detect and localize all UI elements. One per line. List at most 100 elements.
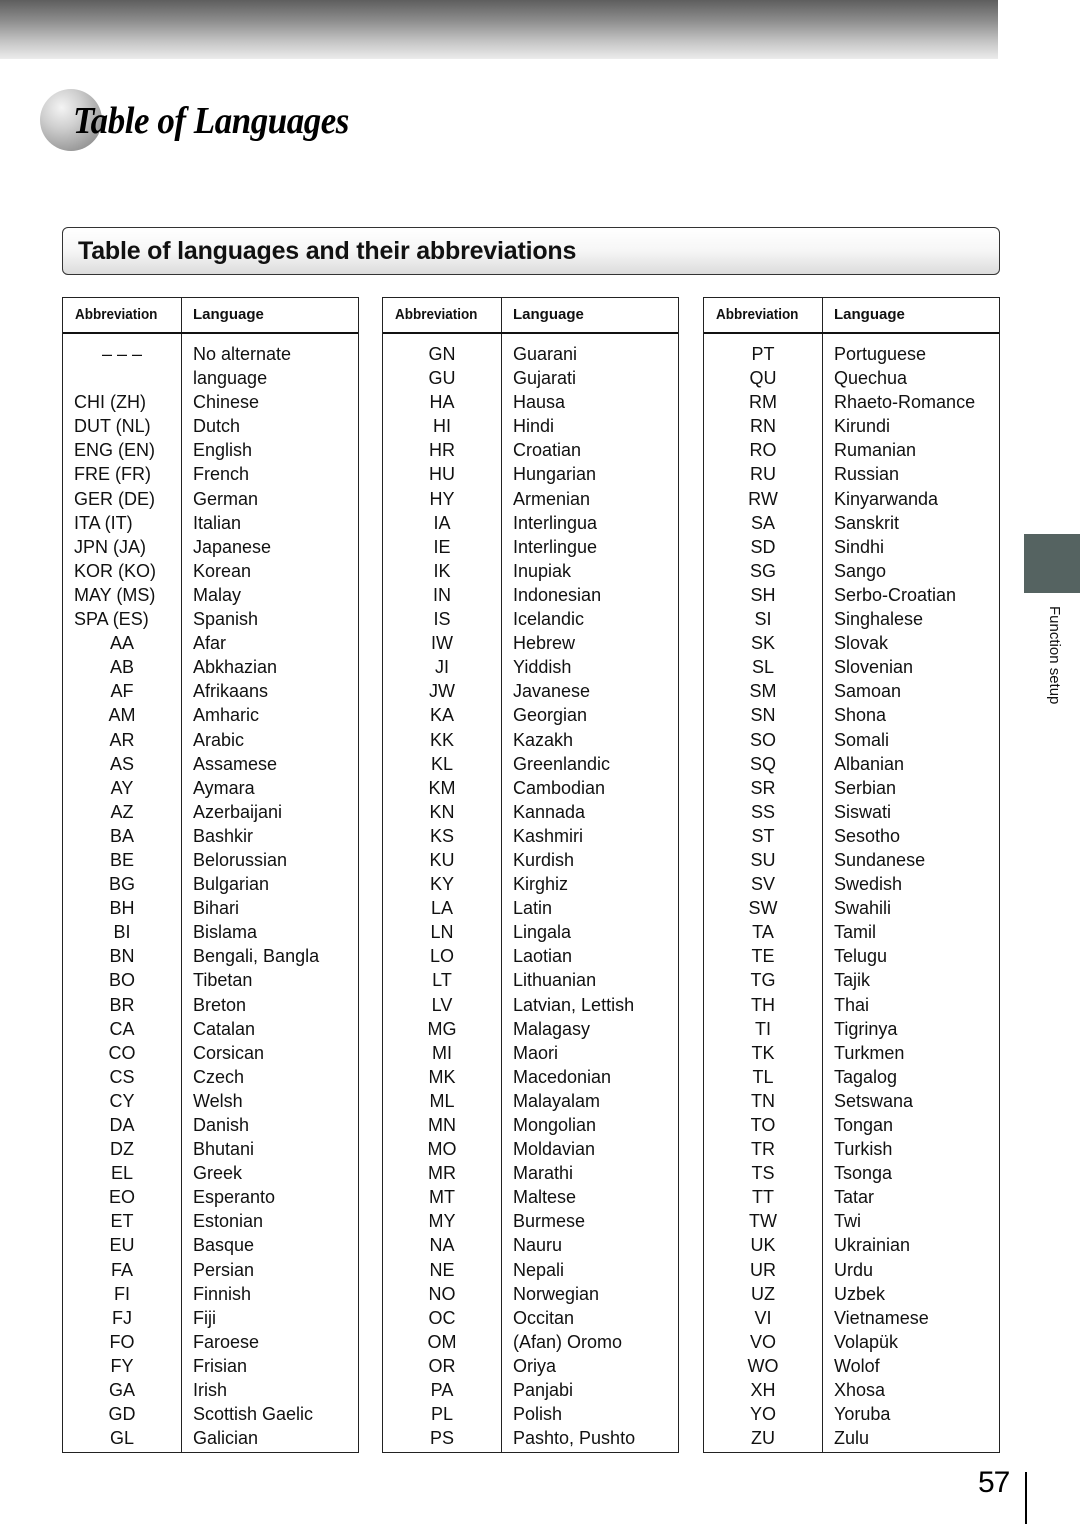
table-row: PA Panjabi <box>383 1378 678 1402</box>
language-cell: Breton <box>193 994 247 1015</box>
section-tab-label: Function setup <box>1046 606 1063 705</box>
abbreviation-cell: CS <box>109 1066 135 1087</box>
table-row: HR Croatian <box>383 438 678 462</box>
abbreviation-cell: EU <box>109 1235 135 1256</box>
language-cell: Slovak <box>834 633 889 654</box>
language-cell: Bhutani <box>193 1139 255 1160</box>
abbreviation-cell: SM <box>749 681 777 702</box>
language-cell: Burmese <box>513 1211 586 1232</box>
abbreviation-cell: TE <box>751 946 775 967</box>
abbreviation-cell: MI <box>432 1042 452 1063</box>
table-row: ITA (IT) Italian <box>63 511 358 535</box>
table-row: IA Interlingua <box>383 511 678 535</box>
language-cell: Croatian <box>513 440 582 461</box>
abbreviation-cell: IA <box>433 512 451 533</box>
language-cell: Kazakh <box>513 729 574 750</box>
abbreviation-cell: HU <box>429 464 455 485</box>
abbreviation-cell: SI <box>754 609 772 630</box>
abbreviation-cell: BI <box>113 922 131 943</box>
abbreviation-cell: CY <box>109 1090 135 1111</box>
language-cell: Uzbek <box>834 1283 886 1304</box>
abbreviation-cell: YO <box>749 1404 776 1425</box>
table-row: GD Scottish Gaelic <box>63 1402 358 1426</box>
abbreviation-cell: IN <box>433 584 451 605</box>
language-cell: Swahili <box>834 898 892 919</box>
language-cell: Tibetan <box>193 970 253 991</box>
language-cell: Tamil <box>834 922 877 943</box>
abbreviation-cell: BH <box>109 898 135 919</box>
abbreviation-cell: BN <box>109 946 135 967</box>
abbreviation-cell <box>63 366 181 390</box>
table-row: JPN (JA) Japanese <box>63 535 358 559</box>
abbreviation-cell: GA <box>108 1380 135 1401</box>
table-row: IW Hebrew <box>383 631 678 655</box>
table-row: AY Aymara <box>63 776 358 800</box>
table-row: MT Maltese <box>383 1185 678 1209</box>
table-row: ST Sesotho <box>704 824 999 848</box>
abbreviation-cell: SL <box>751 657 775 678</box>
abbreviation-cell: RU <box>750 464 776 485</box>
language-cell: Latin <box>513 898 553 919</box>
abbreviation-cell: SO <box>749 729 776 750</box>
table-row: BA Bashkir <box>63 824 358 848</box>
language-cell: Interlingue <box>513 536 598 557</box>
table-row: IK Inupiak <box>383 559 678 583</box>
table-row: PT Portuguese <box>704 342 999 366</box>
abbreviation-cell: BO <box>108 970 135 991</box>
language-cell: language <box>193 368 268 389</box>
table-row: QU Quechua <box>704 366 999 390</box>
abbreviation-cell: GD <box>108 1404 136 1425</box>
table-row: TO Tongan <box>704 1113 999 1137</box>
language-cell: Serbo-Croatian <box>834 584 957 605</box>
language-cell: Tagalog <box>834 1066 898 1087</box>
abbreviation-cell: GU <box>428 368 456 389</box>
abbreviation-cell: KOR (KO) <box>74 560 157 581</box>
language-cell: Singhalese <box>834 609 924 630</box>
language-cell: Scottish Gaelic <box>193 1404 314 1425</box>
table-row: SG Sango <box>704 559 999 583</box>
table-row: BR Breton <box>63 993 358 1017</box>
language-cell: Nepali <box>513 1259 565 1280</box>
table-row: CA Catalan <box>63 1017 358 1041</box>
table-row: TT Tatar <box>704 1185 999 1209</box>
abbreviation-cell: ET <box>110 1211 134 1232</box>
table-row: BI Bislama <box>63 920 358 944</box>
language-cell: Korean <box>193 560 252 581</box>
table-row: RU Russian <box>704 462 999 486</box>
language-cell: Hebrew <box>513 633 576 654</box>
abbreviation-cell: MN <box>428 1115 456 1135</box>
abbreviation-cell: BA <box>109 825 134 846</box>
abbreviation-cell: MY <box>428 1211 456 1232</box>
abbreviation-cell: AA <box>109 633 134 654</box>
table-row: HY Armenian <box>383 487 678 511</box>
table-row: IS Icelandic <box>383 607 678 631</box>
table-row: ML Malayalam <box>383 1089 678 1113</box>
table-header: Abbreviation Language <box>704 298 999 334</box>
language-cell: Twi <box>834 1211 861 1232</box>
table-row: KL Greenlandic <box>383 752 678 776</box>
table-row: LN Lingala <box>383 920 678 944</box>
table-row: FO Faroese <box>63 1330 358 1354</box>
table-row: IE Interlingue <box>383 535 678 559</box>
abbreviation-cell: TK <box>751 1042 775 1063</box>
table-row: TL Tagalog <box>704 1065 999 1089</box>
language-cell: Esperanto <box>193 1187 276 1208</box>
language-cell: Lithuanian <box>513 970 597 991</box>
table-body: – – – No alternate language CHI (ZH) Chinese… <box>63 342 358 1450</box>
language-cell: Maori <box>513 1042 559 1063</box>
table-row: HI Hindi <box>383 414 678 438</box>
language-table-3: Abbreviation Language PT Portuguese QU Quec… <box>703 297 1000 1453</box>
abbreviation-cell: OC <box>428 1307 456 1328</box>
language-cell: Catalan <box>193 1018 256 1039</box>
language-cell: Hungarian <box>513 464 597 485</box>
table-row: AS Assamese <box>63 752 358 776</box>
table-row: JW Javanese <box>383 679 678 703</box>
language-cell: Corsican <box>193 1042 265 1063</box>
abbreviation-cell: ENG (EN) <box>74 440 155 461</box>
language-cell: Abkhazian <box>193 657 278 678</box>
abbreviation-cell: MR <box>428 1163 456 1184</box>
table-row: LA Latin <box>383 896 678 920</box>
language-cell: Amharic <box>193 705 260 726</box>
table-row: ENG (EN) English <box>63 438 358 462</box>
language-cell: Italian <box>193 512 242 533</box>
